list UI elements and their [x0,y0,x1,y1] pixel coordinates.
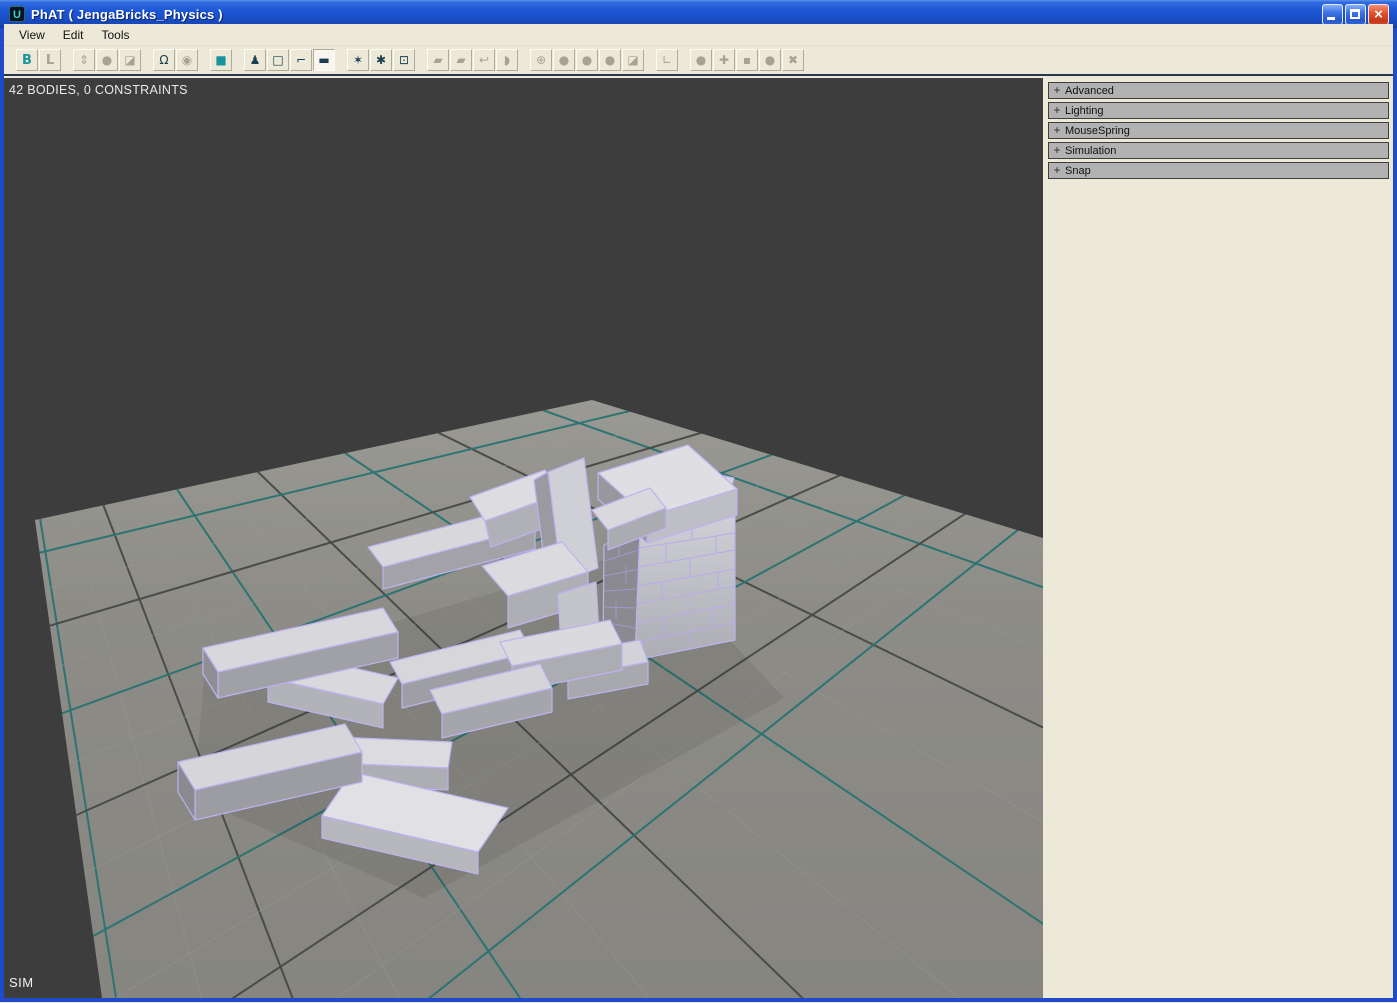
small-square-icon: ▪ [743,54,751,66]
translate-updown-button: ⇕ [73,49,95,71]
flat-bar-button[interactable]: ▬ [313,49,335,71]
section-label: Advanced [1065,85,1114,97]
cross-plus-button: ✚ [713,49,735,71]
cross-plus-icon: ✚ [719,54,729,66]
camera-icon: ◉ [182,54,192,66]
material-square-button[interactable]: ■ [210,49,232,71]
wire-box-button[interactable]: □ [267,49,289,71]
circle-plus-icon: ⊕ [536,54,546,66]
scale-box-button: ◪ [119,49,141,71]
tool-block-a-button: ▰ [427,49,449,71]
bodies-constraints-status: 42 BODIES, 0 CONSTRAINTS [9,83,188,97]
square-outline-icon: □ [272,54,283,66]
circle-a-button: ● [553,49,575,71]
maximize-button[interactable] [1345,4,1366,25]
block-icon: ▰ [456,54,465,66]
person-icon: ♟ [250,54,261,66]
section-label: Lighting [1065,105,1104,117]
circle-plus-button: ⊕ [530,49,552,71]
filled-square-icon: ■ [215,54,226,66]
circle-d-button: ● [759,49,781,71]
menu-view[interactable]: View [10,25,54,45]
letter-l-icon: L [46,54,54,67]
magnet-icon: Ω [159,54,168,66]
rotate-sphere-button: ● [96,49,118,71]
circle-c-button: ● [599,49,621,71]
section-mousespring[interactable]: + MouseSpring [1048,122,1389,139]
letter-l-button: L [39,49,61,71]
box-dot-button[interactable]: ⊡ [393,49,415,71]
viewport-3d[interactable]: 42 BODIES, 0 CONSTRAINTS SIM [4,78,1043,998]
circle-icon: ● [582,54,592,66]
blob-d-button: ● [690,49,712,71]
section-label: Simulation [1065,145,1116,157]
scale-box-icon: ◪ [124,54,135,66]
close-icon: × [1369,5,1388,24]
blob-icon: ● [696,54,706,66]
tool-block-b-button: ▰ [450,49,472,71]
box-dot-icon: ⊡ [399,54,409,66]
x-shape-button: ✖ [782,49,804,71]
spin-icon: ✱ [376,54,386,66]
corner-box-icon: ◪ [627,54,638,66]
updown-arrows-icon: ⇕ [79,54,89,66]
section-snap[interactable]: + Snap [1048,162,1389,179]
actor-star-button[interactable]: ✶ [347,49,369,71]
spin-tool-button[interactable]: ✱ [370,49,392,71]
minimize-icon [1327,17,1335,20]
maximize-icon [1350,9,1360,19]
properties-panel: + Advanced + Lighting + MouseSpring + Si… [1043,78,1393,998]
letter-b-icon: B [22,54,32,67]
toolbar: B L ⇕ ● ◪ Ω ◉ ■ ♟ □ ⌐ ▬ ✶ ✱ ⊡ ▰ ▰ ↩ [4,46,1393,76]
expand-plus-icon[interactable]: + [1049,123,1065,138]
snap-magnet-button[interactable]: Ω [153,49,175,71]
small-elbow-icon: ∟ [662,54,672,66]
minimize-button[interactable] [1322,4,1343,25]
small-square-button: ▪ [736,49,758,71]
close-button[interactable]: × [1368,4,1389,25]
joint-elbow-button[interactable]: ⌐ [290,49,312,71]
sphere-icon: ● [102,54,112,66]
camera-button: ◉ [176,49,198,71]
undo-arrow-button: ↩ [473,49,495,71]
blob-icon: ◗ [504,54,510,66]
expand-plus-icon[interactable]: + [1049,83,1065,98]
section-simulation[interactable]: + Simulation [1048,142,1389,159]
player-figure-button[interactable]: ♟ [244,49,266,71]
sim-mode-label: SIM [9,975,34,990]
phat-window: U PhAT ( JengaBricks_Physics ) × View Ed… [0,0,1397,1002]
menu-tools[interactable]: Tools [92,25,138,45]
window-title: PhAT ( JengaBricks_Physics ) [31,7,223,22]
circle-icon: ● [605,54,615,66]
star-figure-icon: ✶ [353,54,363,66]
small-elbow-button: ∟ [656,49,678,71]
horizontal-bar-icon: ▬ [318,54,329,66]
expand-plus-icon[interactable]: + [1049,103,1065,118]
elbow-line-icon: ⌐ [296,54,306,66]
unreal-logo-icon: U [9,6,25,22]
menu-edit[interactable]: Edit [54,25,93,45]
corner-box-button: ◪ [622,49,644,71]
expand-plus-icon[interactable]: + [1049,163,1065,178]
body-editing-mode-button[interactable]: B [16,49,38,71]
section-label: Snap [1065,165,1091,177]
blob-button: ◗ [496,49,518,71]
section-lighting[interactable]: + Lighting [1048,102,1389,119]
circle-b-button: ● [576,49,598,71]
section-label: MouseSpring [1065,125,1130,137]
menu-bar: View Edit Tools [4,24,1393,46]
viewport-3d-scene [4,78,1043,998]
block-icon: ▰ [433,54,442,66]
x-icon: ✖ [788,54,798,66]
section-advanced[interactable]: + Advanced [1048,82,1389,99]
circle-icon: ● [559,54,569,66]
undo-arrow-icon: ↩ [479,54,489,66]
expand-plus-icon[interactable]: + [1049,143,1065,158]
circle-icon: ● [765,54,775,66]
